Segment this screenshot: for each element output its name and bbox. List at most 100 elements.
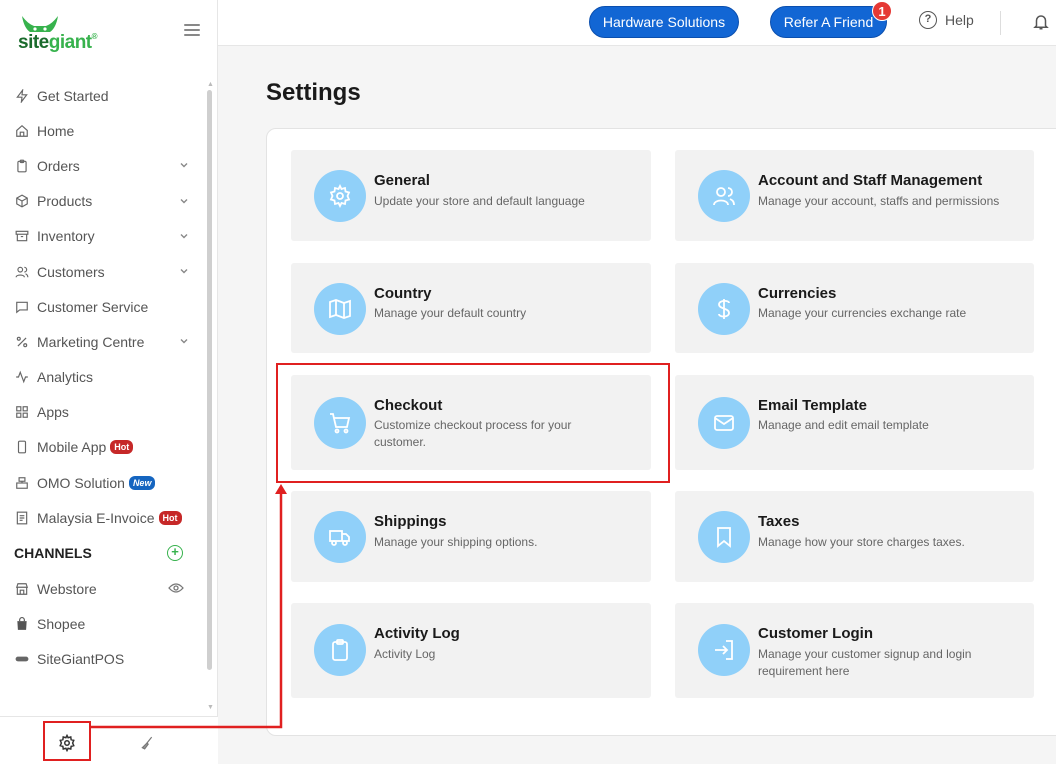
sidebar-item-label: Malaysia E-Invoice	[37, 509, 155, 526]
sidebar-item-label: Apps	[37, 404, 69, 421]
new-badge: New	[128, 475, 156, 490]
chevron-down-icon	[180, 163, 188, 168]
bell-icon[interactable]	[1032, 12, 1050, 32]
sidebar-scrollbar[interactable]	[207, 90, 212, 670]
percent-icon	[14, 334, 29, 349]
register-icon	[14, 475, 29, 490]
settings-card-checkout[interactable]: Checkout Customize checkout process for …	[291, 375, 651, 470]
hardware-solutions-button[interactable]: Hardware Solutions	[589, 6, 739, 38]
card-title: Country	[374, 285, 432, 302]
sidebar-nav: Get Started Home Orders Products Invento…	[0, 78, 208, 677]
sidebar-item-malaysia-e-invoice[interactable]: Malaysia E-Invoice Hot	[0, 500, 208, 535]
card-title: Currencies	[758, 285, 837, 302]
hot-badge: Hot	[110, 440, 134, 455]
settings-card-currencies[interactable]: Currencies Manage your currencies exchan…	[675, 263, 1034, 353]
card-description: Manage and edit email template	[758, 418, 929, 432]
sidebar-item-label: Analytics	[37, 369, 94, 386]
home-icon	[14, 123, 29, 138]
card-title: Activity Log	[374, 625, 460, 642]
settings-card-taxes[interactable]: Taxes Manage how your store charges taxe…	[675, 491, 1034, 582]
add-channel-icon[interactable]: +	[167, 545, 183, 562]
sidebar-item-get-started[interactable]: Get Started	[0, 78, 208, 113]
clipboard-icon	[14, 158, 29, 173]
settings-card-activity-log[interactable]: Activity Log Activity Log	[291, 603, 651, 698]
scroll-up-arrow[interactable]: ▲	[207, 81, 214, 88]
card-description: Update your store and default language	[374, 194, 585, 208]
channel-item-webstore[interactable]: Webstore	[0, 571, 208, 606]
pos-icon	[14, 652, 29, 667]
channel-item-shopee[interactable]: Shopee	[0, 607, 208, 642]
scroll-down-arrow[interactable]: ▼	[207, 704, 214, 711]
users-icon	[698, 170, 750, 222]
sidebar-item-label: OMO Solution	[37, 474, 125, 491]
card-description: Customize checkout process for your cust…	[374, 418, 572, 449]
notification-count-badge: 1	[872, 1, 892, 21]
sidebar-item-label: Marketing Centre	[37, 333, 145, 350]
sidebar-item-inventory[interactable]: Inventory	[0, 219, 208, 254]
card-description: Manage your currencies exchange rate	[758, 306, 967, 320]
settings-card-customer-login[interactable]: Customer Login Manage your customer sign…	[675, 603, 1034, 698]
chevron-down-icon	[180, 233, 188, 239]
sidebar-footer	[0, 716, 218, 764]
box-icon	[14, 194, 29, 209]
store-icon	[14, 582, 29, 597]
channel-item-sitegiantpos[interactable]: SiteGiantPOS	[0, 642, 208, 677]
sidebar-item-mobile-app[interactable]: Mobile App Hot	[0, 430, 208, 465]
sidebar-item-analytics[interactable]: Analytics	[0, 360, 208, 395]
dollar-icon	[698, 283, 750, 335]
card-title: Taxes	[758, 513, 800, 530]
sidebar-item-orders[interactable]: Orders	[0, 148, 208, 183]
help-label: Help	[945, 12, 974, 28]
sitegiant-logo[interactable]: sitegiant®	[16, 14, 106, 56]
card-title: Shippings	[374, 513, 447, 530]
clipboard-icon	[314, 624, 366, 676]
sidebar-item-label: Products	[37, 193, 93, 210]
channels-heading-label: CHANNELS	[14, 545, 92, 562]
sidebar-item-label: Mobile App	[37, 439, 107, 456]
help-link[interactable]: ? Help	[919, 11, 974, 29]
sidebar-item-label: Customer Service	[37, 298, 149, 315]
archive-icon	[14, 229, 29, 244]
page-title: Settings	[266, 79, 361, 106]
sidebar-item-marketing-centre[interactable]: Marketing Centre	[0, 324, 208, 359]
invoice-icon	[14, 510, 29, 525]
menu-toggle-icon[interactable]	[184, 24, 200, 38]
card-description: Activity Log	[374, 647, 436, 661]
sidebar-item-label: Home	[37, 122, 75, 139]
sidebar-item-label: Orders	[37, 157, 80, 174]
chevron-down-icon	[180, 339, 188, 344]
refer-a-friend-button[interactable]: Refer A Friend	[770, 6, 887, 38]
sidebar-item-products[interactable]: Products	[0, 184, 208, 219]
settings-card-country[interactable]: Country Manage your default country	[291, 263, 651, 353]
logo-text: sitegiant®	[18, 32, 98, 53]
phone-icon	[14, 440, 29, 455]
sidebar-item-label: Customers	[37, 263, 105, 280]
grid-icon	[14, 405, 29, 420]
sidebar-item-customer-service[interactable]: Customer Service	[0, 289, 208, 324]
gear-icon	[314, 170, 366, 222]
settings-card-shippings[interactable]: Shippings Manage your shipping options.	[291, 491, 651, 582]
sidebar-item-label: Inventory	[37, 228, 95, 245]
sidebar-item-customers[interactable]: Customers	[0, 254, 208, 289]
settings-card-general[interactable]: General Update your store and default la…	[291, 150, 651, 241]
bookmark-icon	[698, 511, 750, 563]
sidebar-item-home[interactable]: Home	[0, 113, 208, 148]
truck-icon	[314, 511, 366, 563]
card-title: Customer Login	[758, 625, 873, 642]
channel-item-label: SiteGiantPOS	[37, 651, 125, 668]
bolt-icon	[14, 88, 29, 103]
settings-gear-icon[interactable]	[58, 734, 76, 752]
broom-icon[interactable]	[140, 736, 154, 750]
eye-icon[interactable]	[168, 582, 184, 594]
card-description: Manage your default country	[374, 306, 527, 320]
sidebar-item-apps[interactable]: Apps	[0, 395, 208, 430]
sidebar-item-omo-solution[interactable]: OMO Solution New	[0, 465, 208, 500]
login-icon	[698, 624, 750, 676]
shopee-bag-icon	[14, 617, 29, 632]
card-description: Manage your account, staffs and permissi…	[758, 194, 1000, 208]
sidebar: sitegiant® Get Started Home Orders Produ…	[0, 0, 218, 764]
card-description: Manage your shipping options.	[374, 535, 538, 549]
settings-card-account-staff[interactable]: Account and Staff Management Manage your…	[675, 150, 1034, 241]
settings-card-email-template[interactable]: Email Template Manage and edit email tem…	[675, 375, 1034, 470]
question-circle-icon: ?	[919, 11, 937, 29]
